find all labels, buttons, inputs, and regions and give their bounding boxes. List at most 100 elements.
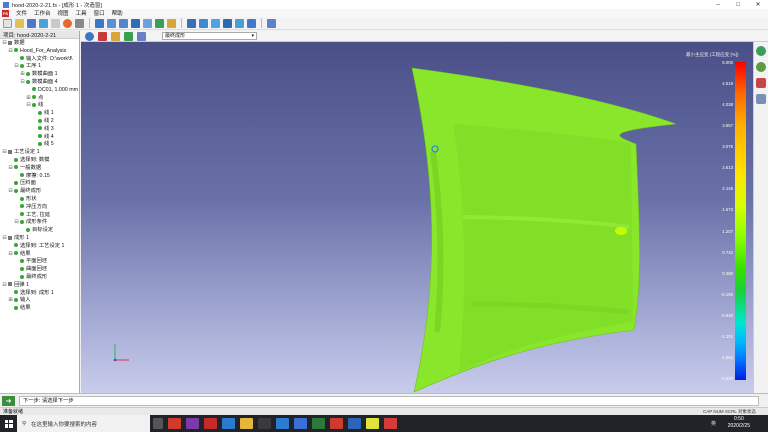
collapse-icon[interactable]: ⊟: [14, 219, 19, 227]
tree-node[interactable]: 压料面: [0, 180, 79, 188]
tree-node[interactable]: 冲压方向: [0, 204, 79, 212]
collapse-icon[interactable]: ⊟: [2, 149, 7, 157]
tree-node[interactable]: ⊟ 工艺设定 1: [0, 149, 79, 157]
tree-node[interactable]: 线 5: [0, 141, 79, 149]
print-icon[interactable]: [51, 18, 60, 28]
fit-view-icon[interactable]: [95, 18, 104, 28]
tree-node[interactable]: ⊟ 成形 1: [0, 235, 79, 243]
zoom-icon[interactable]: [107, 18, 116, 28]
next-step-button[interactable]: ➜: [2, 395, 15, 406]
app-icon-1[interactable]: [167, 418, 181, 429]
run-icon[interactable]: [63, 18, 72, 28]
expand-icon[interactable]: ⊞: [8, 297, 13, 305]
tools-icon[interactable]: [756, 94, 766, 104]
collapse-icon[interactable]: ⊟: [26, 102, 31, 110]
tree-node[interactable]: 平面回坯: [0, 258, 79, 266]
result-type-select[interactable]: 最终成形 ▾: [162, 32, 257, 40]
tree-node[interactable]: ⊞ 数模曲面 1: [0, 71, 79, 79]
fs-app-icon[interactable]: [383, 418, 397, 429]
app-icon-3[interactable]: [203, 418, 217, 429]
camera-icon[interactable]: [39, 18, 48, 28]
expand-icon[interactable]: ⊞: [26, 95, 31, 103]
app-icon-2[interactable]: [185, 418, 199, 429]
command-input[interactable]: 下一步: 请选择下一步: [19, 395, 759, 406]
probe-icon[interactable]: [235, 18, 244, 28]
tree-node[interactable]: 曲面回坯: [0, 266, 79, 274]
mesh-icon[interactable]: [155, 18, 164, 28]
tree-node[interactable]: ⊟ Hood_For_Analysis: [0, 48, 79, 56]
app-icon-7[interactable]: [329, 418, 343, 429]
tree-node[interactable]: 线 2: [0, 118, 79, 126]
open-icon[interactable]: [15, 18, 24, 28]
expand-icon[interactable]: ⊞: [20, 71, 25, 79]
app-icon-5[interactable]: [293, 418, 307, 429]
app-icon-6[interactable]: [311, 418, 325, 429]
tree-node[interactable]: ⊞ 输入: [0, 297, 79, 305]
3d-viewport[interactable]: [81, 42, 753, 393]
word-icon[interactable]: [347, 418, 361, 429]
shade-icon[interactable]: [187, 18, 196, 28]
edge-icon[interactable]: [221, 418, 235, 429]
tree-node[interactable]: 选择到: 数模: [0, 157, 79, 165]
taskbar-search[interactable]: ⚲ 在这里输入你要搜索的内容: [17, 415, 150, 432]
tree-node[interactable]: DC01, 1.000 mm: [0, 87, 79, 95]
filter-icon[interactable]: [267, 18, 276, 28]
maximize-button[interactable]: □: [728, 0, 748, 9]
tree-node[interactable]: ⊟ 回弹 1: [0, 282, 79, 290]
tree-node[interactable]: ⊟ 数据: [0, 40, 79, 48]
wire-icon[interactable]: [199, 18, 208, 28]
menu-view[interactable]: 视图: [58, 9, 69, 17]
tree-node[interactable]: ⊟ 数模曲面 4: [0, 79, 79, 87]
display-icon[interactable]: [211, 18, 220, 28]
folder-icon[interactable]: [167, 18, 176, 28]
graph-icon[interactable]: [756, 78, 766, 88]
save-icon[interactable]: [27, 18, 36, 28]
collapse-icon[interactable]: ⊟: [8, 48, 13, 56]
start-button[interactable]: [0, 415, 17, 432]
collapse-icon[interactable]: ⊟: [8, 188, 13, 196]
car-icon[interactable]: [756, 46, 766, 56]
light-icon[interactable]: [247, 18, 256, 28]
car-alt-icon[interactable]: [756, 62, 766, 72]
measure-icon[interactable]: [223, 18, 232, 28]
tree-node[interactable]: ⊟ 最终成形: [0, 188, 79, 196]
tree-node[interactable]: 线 4: [0, 134, 79, 142]
tree-node[interactable]: 结果: [0, 305, 79, 313]
rotate-icon[interactable]: [119, 18, 128, 28]
menu-workbench[interactable]: 工作台: [34, 9, 51, 17]
mail-icon[interactable]: [275, 418, 289, 429]
menu-file[interactable]: 文件: [16, 9, 27, 17]
layers-icon[interactable]: [137, 31, 146, 41]
tree-node[interactable]: 线 3: [0, 126, 79, 134]
menu-help[interactable]: 帮助: [112, 9, 123, 17]
ime-indicator[interactable]: 英: [711, 420, 716, 427]
tree-node[interactable]: 选择到: 工艺设定 1: [0, 243, 79, 251]
collapse-icon[interactable]: ⊟: [2, 282, 7, 290]
hood-model[interactable]: [81, 42, 753, 393]
collapse-icon[interactable]: ⊟: [20, 79, 25, 87]
collapse-icon[interactable]: ⊟: [8, 165, 13, 173]
globe-icon[interactable]: [85, 31, 94, 41]
collapse-icon[interactable]: ⊟: [8, 251, 13, 259]
tree-node[interactable]: 目标设定: [0, 227, 79, 235]
explorer-icon[interactable]: [239, 418, 253, 429]
close-button[interactable]: ✕: [748, 0, 768, 9]
result-icon[interactable]: [98, 31, 107, 41]
tree-node[interactable]: ⊟ 成形条件: [0, 219, 79, 227]
minimize-button[interactable]: –: [708, 0, 728, 9]
new-icon[interactable]: [3, 18, 12, 28]
collapse-icon[interactable]: ⊟: [2, 235, 7, 243]
tree-node[interactable]: 线 1: [0, 110, 79, 118]
contour-icon[interactable]: [111, 31, 120, 41]
app-icon-4[interactable]: [257, 418, 271, 429]
settings-icon[interactable]: [75, 18, 84, 28]
section-icon[interactable]: [143, 18, 152, 28]
tree-node[interactable]: ⊟ 线: [0, 102, 79, 110]
tree-node[interactable]: 形状: [0, 196, 79, 204]
collapse-icon[interactable]: ⊟: [14, 63, 19, 71]
pan-icon[interactable]: [131, 18, 140, 28]
collapse-icon[interactable]: ⊟: [2, 40, 7, 48]
menu-window[interactable]: 窗口: [94, 9, 105, 17]
tree-node[interactable]: 选择到: 成形 1: [0, 290, 79, 298]
app-icon-8[interactable]: [365, 418, 379, 429]
